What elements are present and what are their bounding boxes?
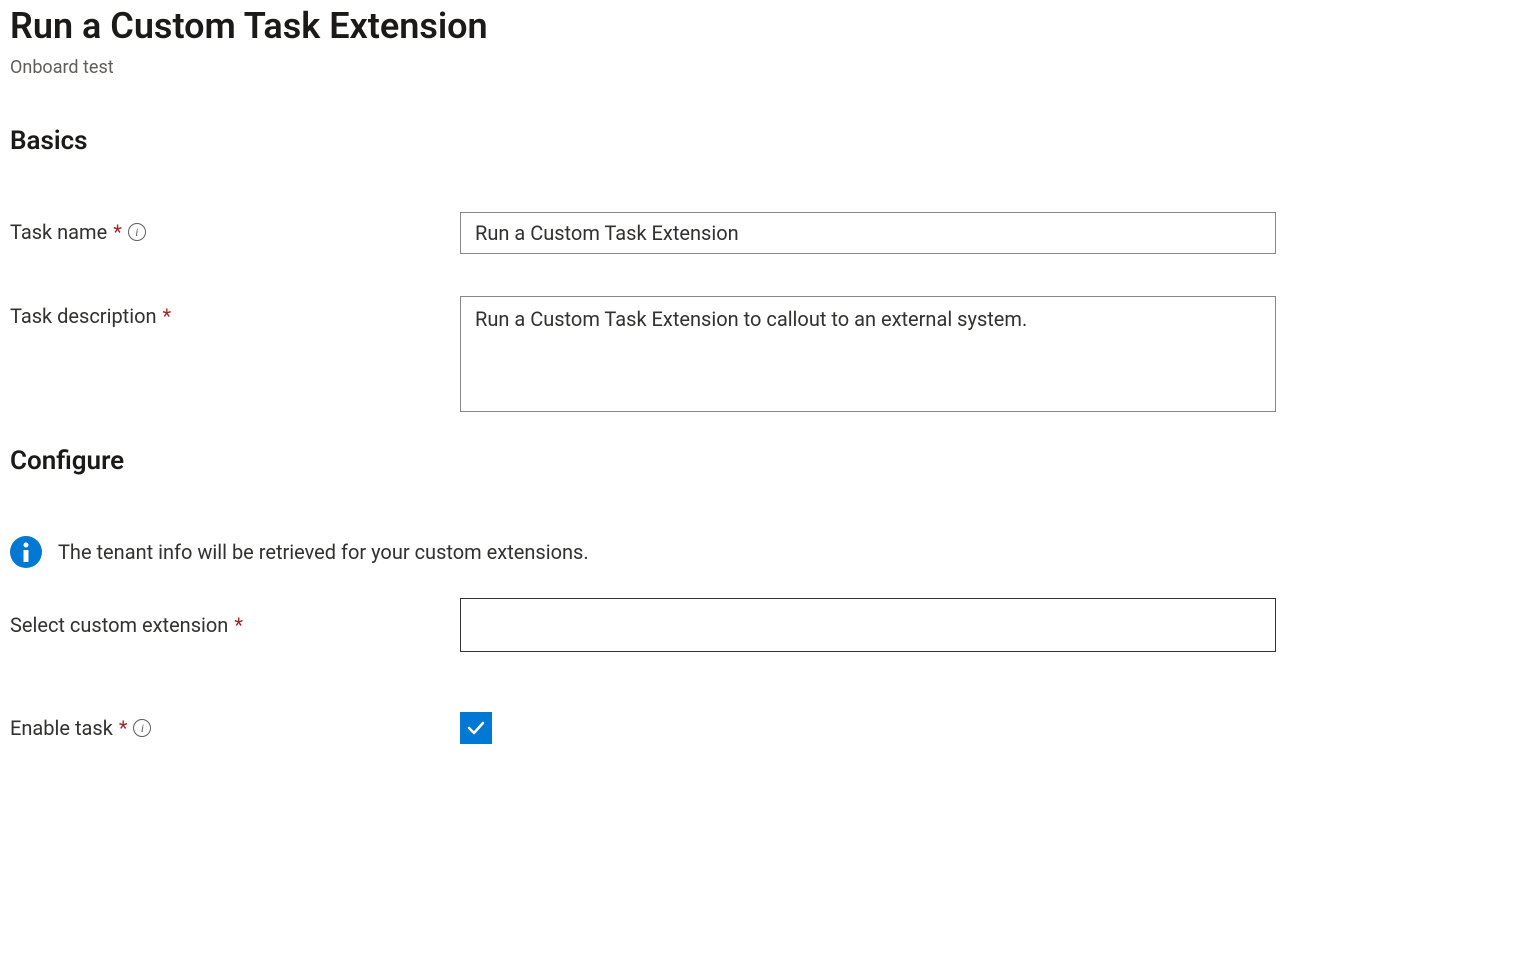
info-icon[interactable]: i — [133, 719, 151, 737]
enable-task-field-col — [460, 712, 492, 744]
enable-task-checkbox[interactable] — [460, 712, 492, 744]
select-extension-field-col — [460, 598, 1276, 652]
enable-task-row: Enable task * i — [10, 712, 1517, 744]
select-extension-label: Select custom extension — [10, 613, 228, 637]
info-icon[interactable]: i — [128, 223, 146, 241]
task-name-label: Task name — [10, 220, 107, 244]
required-marker: * — [234, 613, 243, 637]
task-description-field-col — [460, 296, 1276, 416]
task-description-input[interactable] — [460, 296, 1276, 412]
info-banner-text: The tenant info will be retrieved for yo… — [58, 540, 589, 564]
task-description-label-col: Task description * — [10, 296, 460, 328]
select-extension-row: Select custom extension * — [10, 598, 1517, 652]
task-name-row: Task name * i — [10, 212, 1517, 254]
task-description-label: Task description — [10, 304, 157, 328]
select-extension-input[interactable] — [460, 598, 1276, 652]
enable-task-label: Enable task — [10, 716, 113, 740]
check-icon — [466, 718, 486, 738]
task-name-field-col — [460, 212, 1276, 254]
page-subtitle: Onboard test — [10, 57, 1517, 78]
task-name-input[interactable] — [460, 212, 1276, 254]
select-extension-label-col: Select custom extension * — [10, 613, 460, 637]
section-configure-heading: Configure — [10, 446, 1517, 476]
page-title: Run a Custom Task Extension — [10, 4, 1517, 49]
required-marker: * — [113, 220, 122, 244]
info-badge-icon — [10, 536, 42, 568]
task-description-row: Task description * — [10, 296, 1517, 416]
info-banner: The tenant info will be retrieved for yo… — [10, 536, 1517, 568]
task-name-label-col: Task name * i — [10, 212, 460, 244]
required-marker: * — [119, 716, 128, 740]
enable-task-label-col: Enable task * i — [10, 716, 460, 740]
required-marker: * — [163, 304, 172, 328]
section-basics-heading: Basics — [10, 126, 1517, 156]
